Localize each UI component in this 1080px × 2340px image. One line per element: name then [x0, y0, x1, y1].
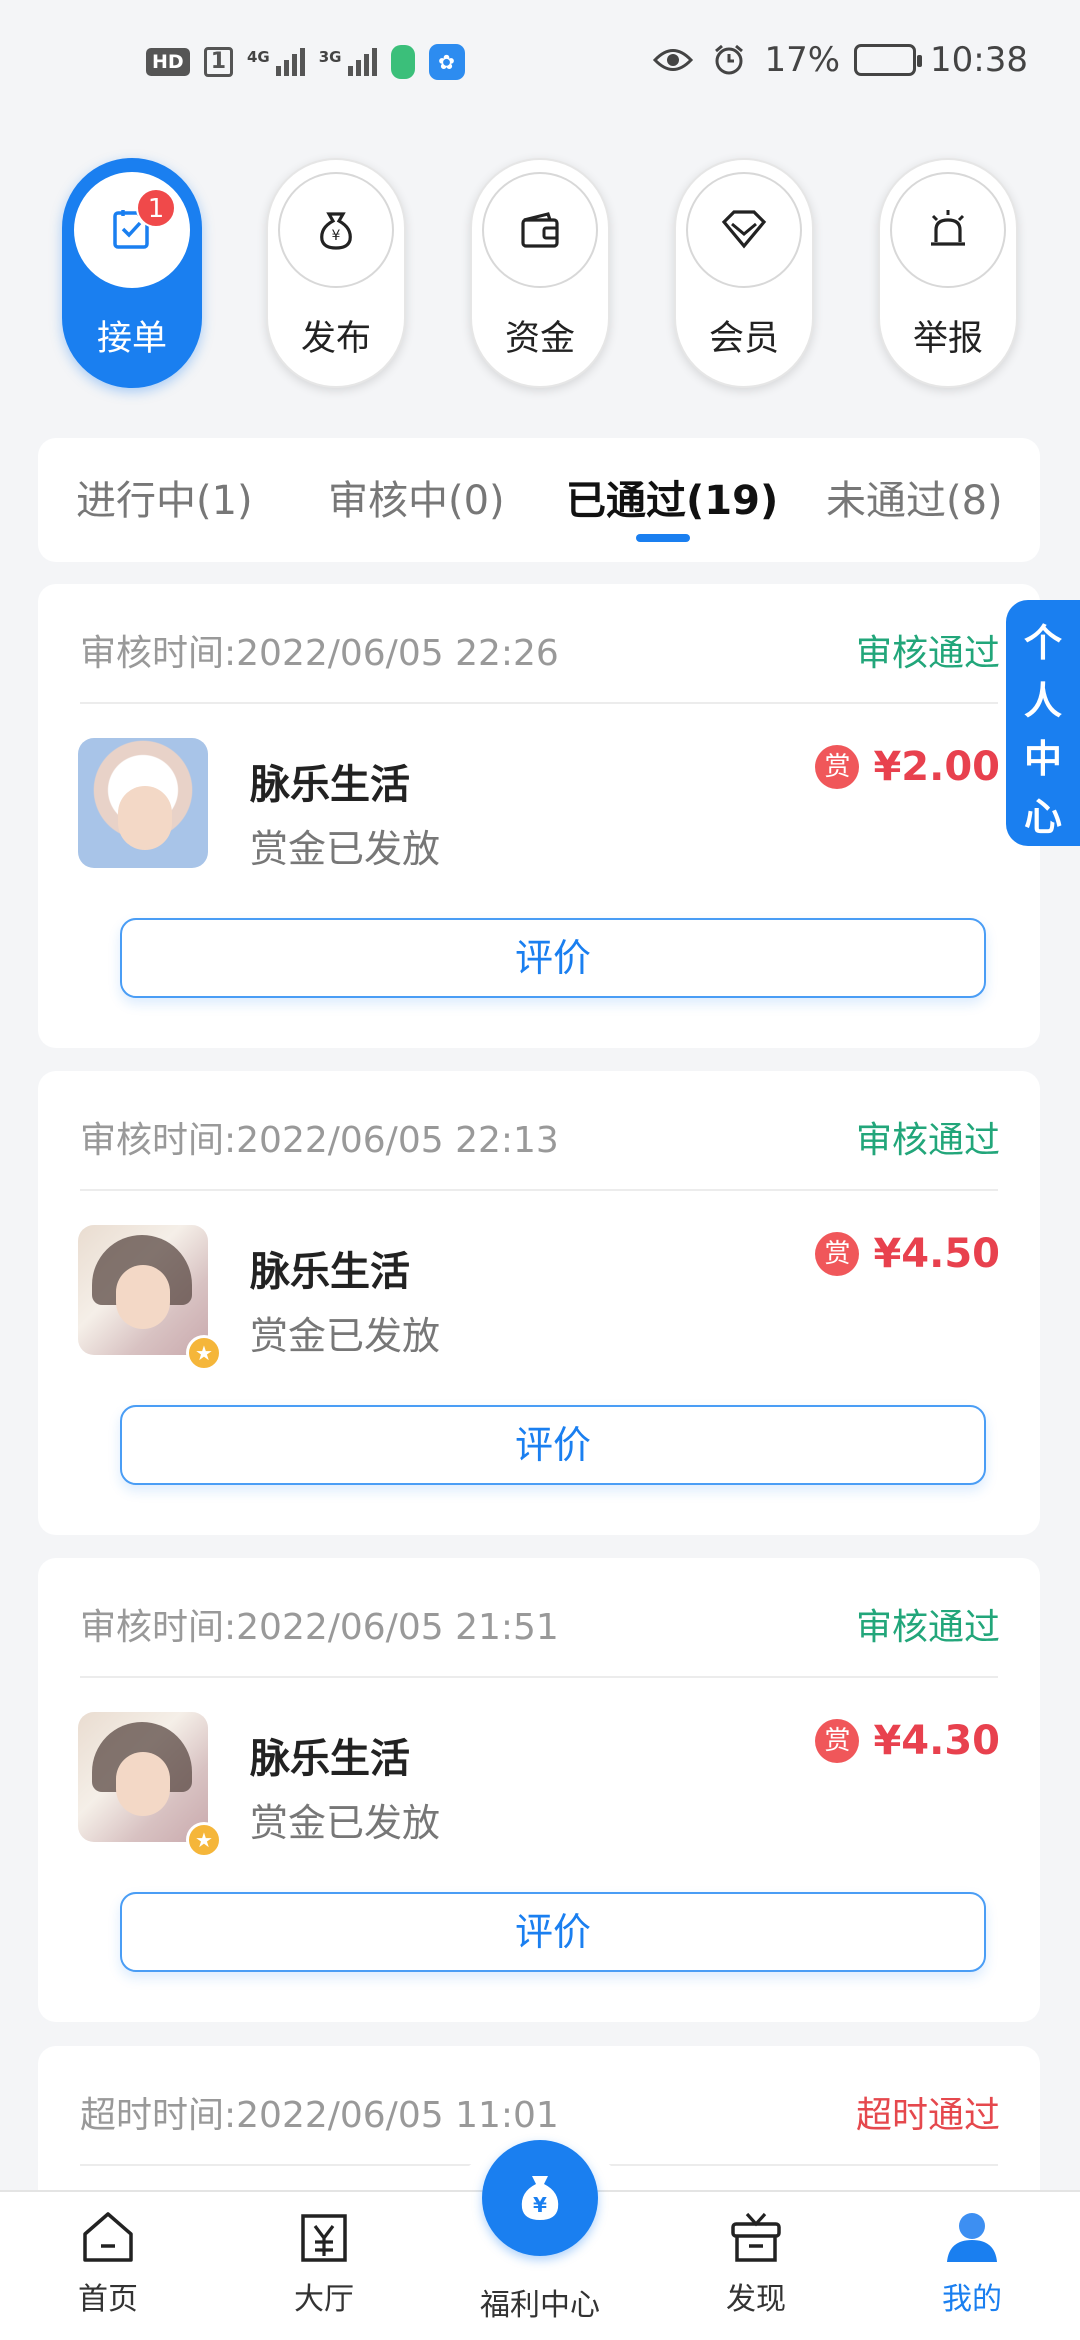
review-time: 审核时间:2022/06/05 21:51 [80, 1607, 559, 1648]
rate-button[interactable]: 评价 [120, 918, 986, 998]
status-bar: HD 1 4G 3G ✿ 17% 10:38 [0, 0, 1080, 130]
nav-hall-label: 大厅 [294, 2282, 354, 2317]
money-bag-icon: ¥ [521, 2176, 559, 2220]
review-time: 审核时间:2022/06/05 22:26 [80, 633, 559, 674]
home-icon [83, 2212, 133, 2262]
nav-mine[interactable]: 我的 [912, 2206, 1032, 2318]
reward-amount: ¥4.50 [873, 1231, 1000, 1277]
reward-amount: ¥4.30 [873, 1718, 1000, 1764]
avatar [78, 1225, 208, 1355]
status-tabs: 进行中(1) 审核中(0) 已通过(19) 未通过(8) [38, 438, 1040, 562]
menu-vip-button[interactable]: 会员 [674, 158, 814, 388]
signal-icon-2: 3G [319, 48, 377, 76]
battery-icon [854, 44, 923, 76]
svg-text:¥: ¥ [332, 228, 341, 244]
task-card: 审核时间:2022/06/05 21:51 审核通过 ★ 脉乐生活 赏金已发放 … [38, 1558, 1040, 2022]
task-app-name: 脉乐生活 [250, 1249, 410, 1295]
reward: 赏 ¥4.30 [815, 1718, 1000, 1764]
status-left: HD 1 4G 3G ✿ [146, 44, 465, 80]
menu-orders-label: 接单 [96, 319, 167, 359]
tab-approved[interactable]: 已通过(19) [566, 468, 778, 526]
active-tab-indicator [636, 534, 690, 542]
top-menu: 1 接单 ¥ 发布 资金 会员 举报 [62, 158, 1018, 388]
orders-badge: 1 [136, 188, 176, 228]
battery-percent: 17% [764, 40, 841, 80]
avatar [78, 738, 208, 868]
task-subtitle: 赏金已发放 [250, 1801, 441, 1845]
reward-icon: 赏 [815, 1232, 860, 1276]
orders-icon [74, 172, 190, 288]
diamond-icon [686, 172, 802, 288]
status-right: 17% 10:38 [652, 40, 1028, 80]
menu-report-label: 举报 [912, 319, 983, 359]
hd-indicator: HD [146, 48, 190, 76]
clock: 10:38 [930, 40, 1028, 80]
tab-reviewing[interactable]: 审核中(0) [328, 468, 505, 526]
alarm-light-icon [890, 172, 1006, 288]
review-status: 审核通过 [855, 633, 1000, 674]
personal-center-label: 个人中心 [1023, 621, 1062, 839]
menu-funds-label: 资金 [504, 319, 575, 359]
reward: 赏 ¥4.50 [815, 1231, 1000, 1277]
rate-button[interactable]: 评价 [120, 1892, 986, 1972]
task-card: 审核时间:2022/06/05 22:26 审核通过 脉乐生活 赏金已发放 赏 … [38, 584, 1040, 1048]
task-app-name: 脉乐生活 [250, 1736, 410, 1782]
menu-orders-button[interactable]: 1 接单 [62, 158, 202, 388]
nav-discover-label: 发现 [726, 2282, 786, 2317]
svg-text:¥: ¥ [533, 2193, 547, 2217]
review-time: 审核时间:2022/06/05 22:13 [80, 1120, 559, 1161]
reward-icon: 赏 [815, 745, 860, 789]
task-app-name: 脉乐生活 [250, 762, 410, 808]
welfare-center-button[interactable]: ¥ [482, 2140, 598, 2256]
menu-publish-button[interactable]: ¥ 发布 [266, 158, 406, 388]
hall-icon [301, 2214, 347, 2262]
discover-icon [731, 2212, 781, 2262]
reward-icon: 赏 [815, 1719, 860, 1763]
task-subtitle: 赏金已发放 [250, 827, 441, 871]
divider [80, 702, 998, 704]
rate-button[interactable]: 评价 [120, 1405, 986, 1485]
notification-app-icon-2: ✿ [428, 44, 465, 80]
menu-report-button[interactable]: 举报 [878, 158, 1018, 388]
personal-center-tab[interactable]: 个人中心 [1006, 600, 1080, 846]
nav-hall[interactable]: 大厅 [264, 2206, 384, 2318]
task-card: 审核时间:2022/06/05 22:13 审核通过 ★ 脉乐生活 赏金已发放 … [38, 1071, 1040, 1535]
alarm-icon [708, 44, 750, 75]
timeout-time: 超时时间:2022/06/05 11:01 [80, 2095, 559, 2136]
nav-welfare-label: 福利中心 [480, 2288, 600, 2323]
avatar [78, 1712, 208, 1842]
network-type-1: 4G [247, 48, 270, 66]
menu-vip-label: 会员 [708, 319, 779, 359]
task-subtitle: 赏金已发放 [250, 1314, 441, 1358]
review-status: 审核通过 [855, 1607, 1000, 1648]
money-bag-icon: ¥ [278, 172, 394, 288]
vip-star-icon: ★ [186, 1335, 222, 1371]
notification-app-icon [390, 45, 415, 79]
eye-icon [652, 45, 694, 75]
wallet-icon [482, 172, 598, 288]
vip-star-icon: ★ [186, 1822, 222, 1858]
nav-discover[interactable]: 发现 [696, 2206, 816, 2318]
tab-rejected[interactable]: 未通过(8) [826, 468, 1003, 526]
signal-icon: 4G [247, 48, 305, 76]
tab-in-progress[interactable]: 进行中(1) [76, 468, 253, 526]
nav-mine-label: 我的 [942, 2282, 1002, 2317]
nav-home[interactable]: 首页 [48, 2206, 168, 2318]
sim-indicator: 1 [203, 47, 233, 77]
menu-publish-label: 发布 [300, 319, 371, 359]
nav-home-label: 首页 [78, 2282, 138, 2317]
divider [80, 1676, 998, 1678]
reward: 赏 ¥2.00 [815, 744, 1000, 790]
reward-amount: ¥2.00 [873, 744, 1000, 790]
review-status: 超时通过 [855, 2095, 1000, 2136]
review-status: 审核通过 [855, 1120, 1000, 1161]
menu-funds-button[interactable]: 资金 [470, 158, 610, 388]
divider [80, 1189, 998, 1191]
network-type-2: 3G [318, 48, 342, 66]
profile-icon [947, 2213, 997, 2262]
